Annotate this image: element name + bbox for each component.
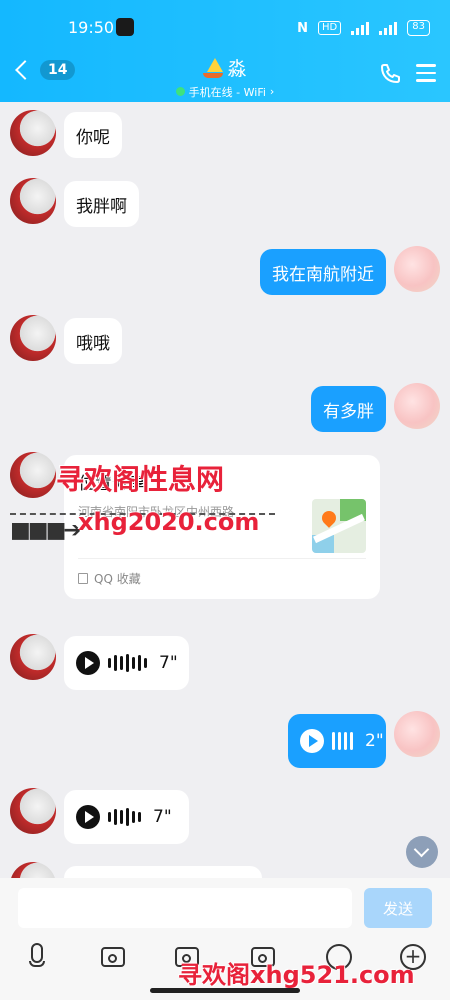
hd-icon: HD (318, 21, 342, 35)
message-input[interactable] (18, 888, 352, 928)
voice-duration: 2" (365, 731, 384, 751)
phone-call-button[interactable] (378, 62, 402, 92)
contact-title: 淼 (203, 54, 247, 81)
card-source: QQ 收藏 (78, 570, 141, 587)
home-indicator (150, 988, 300, 993)
message-bubble[interactable]: 有多胖 (311, 386, 386, 432)
scroll-to-bottom-button[interactable] (406, 836, 438, 868)
message-text: 哦哦 (76, 333, 110, 354)
card-divider (78, 558, 366, 559)
my-avatar[interactable] (394, 383, 440, 429)
message-text: 我胖啊 (76, 196, 127, 217)
my-avatar[interactable] (394, 246, 440, 292)
status-time: 19:50 (68, 18, 115, 37)
menu-button[interactable] (416, 64, 436, 87)
mic-icon (20, 943, 54, 967)
contact-avatar[interactable] (10, 178, 56, 224)
phone-icon (381, 64, 400, 83)
send-button[interactable]: 发送 (364, 888, 432, 928)
favorite-icon (78, 573, 88, 584)
status-icons: N HD 83 (297, 20, 430, 36)
online-dot-icon (175, 87, 185, 96)
voice-message[interactable]: 7" (64, 790, 189, 844)
mic-button[interactable] (20, 940, 54, 974)
voice-message[interactable]: 7" (64, 636, 189, 690)
message-text: 你呢 (76, 127, 110, 148)
tiktok-notification-icon (116, 18, 134, 36)
battery-indicator: 83 (407, 20, 430, 36)
contact-avatar[interactable] (10, 788, 56, 834)
signal-icon (351, 21, 370, 35)
image-icon (101, 947, 125, 967)
map-thumbnail (312, 499, 366, 553)
chat-header: 19:50 N HD 83 14 淼 手机在线 - WiFi › (0, 0, 450, 102)
nfc-icon: N (297, 20, 309, 36)
online-status-text: 手机在线 - WiFi (188, 85, 266, 99)
signal-icon-2 (379, 21, 398, 35)
message-bubble[interactable]: 你呢 (64, 112, 122, 158)
chevron-right-icon: › (269, 85, 275, 98)
voice-duration: 7" (159, 653, 178, 673)
message-bubble[interactable]: 哦哦 (64, 318, 122, 364)
waveform-icon (108, 654, 147, 672)
voice-message[interactable]: 2" (288, 714, 386, 768)
play-icon[interactable] (76, 805, 100, 829)
contact-avatar[interactable] (10, 634, 56, 680)
card-source-text: QQ 收藏 (94, 572, 141, 586)
message-bubble[interactable]: 我在南航附近 (260, 249, 386, 295)
gallery-button[interactable] (96, 940, 130, 974)
watermark-url: xhg2020.com (78, 508, 260, 536)
status-bar: 19:50 N HD 83 (0, 0, 450, 52)
waveform-icon (332, 732, 353, 750)
contact-avatar[interactable] (10, 315, 56, 361)
watermark-arrow-icon: ■■■➔ (10, 518, 82, 543)
message-text: 有多胖 (323, 401, 374, 422)
contact-avatar[interactable] (10, 452, 56, 498)
message-bubble[interactable]: 我胖啊 (64, 181, 139, 227)
contact-name: 淼 (227, 58, 247, 80)
contact-avatar[interactable] (10, 110, 56, 156)
watermark-bottom: 寻欢阁xhg521.com (178, 961, 415, 989)
play-icon[interactable] (300, 729, 324, 753)
play-icon[interactable] (76, 651, 100, 675)
waveform-icon (108, 808, 141, 826)
sailboat-icon (203, 57, 224, 78)
message-text: 我在南航附近 (272, 264, 374, 285)
my-avatar[interactable] (394, 711, 440, 757)
voice-duration: 7" (153, 807, 172, 827)
watermark-text: 寻欢阁性息网 (56, 463, 225, 496)
